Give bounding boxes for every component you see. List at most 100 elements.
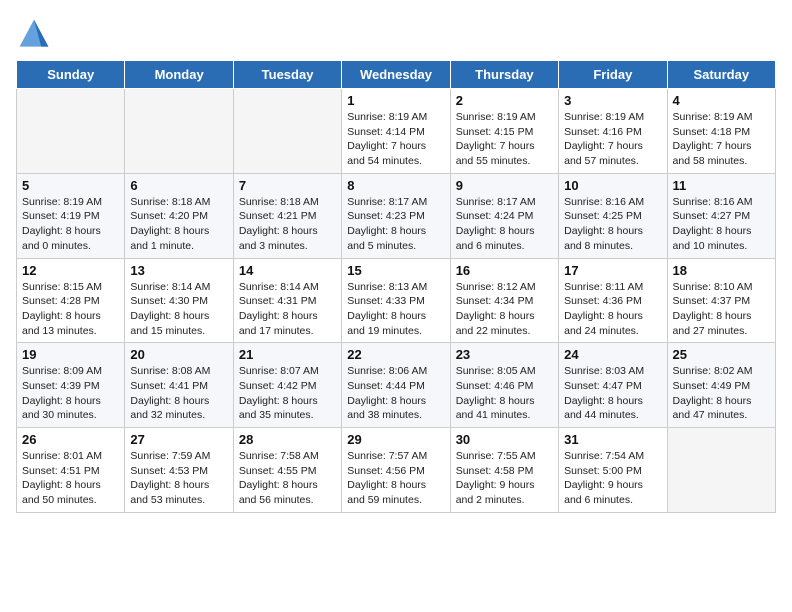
day-number: 31 — [564, 432, 661, 447]
calendar-cell — [125, 89, 233, 174]
day-info: Sunrise: 8:19 AM Sunset: 4:16 PM Dayligh… — [564, 110, 661, 169]
logo-icon — [16, 16, 52, 52]
day-number: 13 — [130, 263, 227, 278]
day-info: Sunrise: 8:14 AM Sunset: 4:31 PM Dayligh… — [239, 280, 336, 339]
day-number: 23 — [456, 347, 553, 362]
day-info: Sunrise: 7:57 AM Sunset: 4:56 PM Dayligh… — [347, 449, 444, 508]
calendar-cell: 23 Sunrise: 8:05 AM Sunset: 4:46 PM Dayli… — [450, 343, 558, 428]
calendar-cell: 14 Sunrise: 8:14 AM Sunset: 4:31 PM Dayli… — [233, 258, 341, 343]
day-info: Sunrise: 8:19 AM Sunset: 4:14 PM Dayligh… — [347, 110, 444, 169]
day-info: Sunrise: 8:09 AM Sunset: 4:39 PM Dayligh… — [22, 364, 119, 423]
day-number: 27 — [130, 432, 227, 447]
day-info: Sunrise: 8:06 AM Sunset: 4:44 PM Dayligh… — [347, 364, 444, 423]
calendar-week-5: 26 Sunrise: 8:01 AM Sunset: 4:51 PM Dayli… — [17, 428, 776, 513]
day-info: Sunrise: 8:10 AM Sunset: 4:37 PM Dayligh… — [673, 280, 770, 339]
day-info: Sunrise: 8:19 AM Sunset: 4:19 PM Dayligh… — [22, 195, 119, 254]
calendar-cell: 3Sunrise: 8:19 AM Sunset: 4:16 PM Daylig… — [559, 89, 667, 174]
day-header-wednesday: Wednesday — [342, 61, 450, 89]
day-info: Sunrise: 8:15 AM Sunset: 4:28 PM Dayligh… — [22, 280, 119, 339]
day-info: Sunrise: 8:01 AM Sunset: 4:51 PM Dayligh… — [22, 449, 119, 508]
day-number: 14 — [239, 263, 336, 278]
calendar-cell: 31 Sunrise: 7:54 AM Sunset: 5:00 PM Dayli… — [559, 428, 667, 513]
day-info: Sunrise: 7:55 AM Sunset: 4:58 PM Dayligh… — [456, 449, 553, 508]
day-header-tuesday: Tuesday — [233, 61, 341, 89]
calendar-cell: 24Sunrise: 8:03 AM Sunset: 4:47 PM Dayli… — [559, 343, 667, 428]
calendar-cell: 11Sunrise: 8:16 AM Sunset: 4:27 PM Dayli… — [667, 173, 775, 258]
day-number: 16 — [456, 263, 553, 278]
day-number: 9 — [456, 178, 553, 193]
day-number: 20 — [130, 347, 227, 362]
calendar-cell: 27 Sunrise: 7:59 AM Sunset: 4:53 PM Dayli… — [125, 428, 233, 513]
day-number: 22 — [347, 347, 444, 362]
calendar-cell: 28 Sunrise: 7:58 AM Sunset: 4:55 PM Dayli… — [233, 428, 341, 513]
day-info: Sunrise: 8:14 AM Sunset: 4:30 PM Dayligh… — [130, 280, 227, 339]
calendar-cell: 13 Sunrise: 8:14 AM Sunset: 4:30 PM Dayli… — [125, 258, 233, 343]
day-number: 26 — [22, 432, 119, 447]
day-number: 15 — [347, 263, 444, 278]
day-info: Sunrise: 8:07 AM Sunset: 4:42 PM Dayligh… — [239, 364, 336, 423]
day-number: 10 — [564, 178, 661, 193]
day-header-saturday: Saturday — [667, 61, 775, 89]
day-number: 25 — [673, 347, 770, 362]
day-header-thursday: Thursday — [450, 61, 558, 89]
calendar-cell: 6 Sunrise: 8:18 AM Sunset: 4:20 PM Daylig… — [125, 173, 233, 258]
day-info: Sunrise: 8:18 AM Sunset: 4:21 PM Dayligh… — [239, 195, 336, 254]
day-header-monday: Monday — [125, 61, 233, 89]
day-number: 24 — [564, 347, 661, 362]
calendar-cell: 4Sunrise: 8:19 AM Sunset: 4:18 PM Daylig… — [667, 89, 775, 174]
calendar-cell: 10 Sunrise: 8:16 AM Sunset: 4:25 PM Dayli… — [559, 173, 667, 258]
day-number: 18 — [673, 263, 770, 278]
day-number: 11 — [673, 178, 770, 193]
day-info: Sunrise: 8:18 AM Sunset: 4:20 PM Dayligh… — [130, 195, 227, 254]
day-info: Sunrise: 8:11 AM Sunset: 4:36 PM Dayligh… — [564, 280, 661, 339]
calendar-cell: 26 Sunrise: 8:01 AM Sunset: 4:51 PM Dayli… — [17, 428, 125, 513]
day-info: Sunrise: 8:05 AM Sunset: 4:46 PM Dayligh… — [456, 364, 553, 423]
day-info: Sunrise: 8:16 AM Sunset: 4:25 PM Dayligh… — [564, 195, 661, 254]
calendar-week-1: 1 Sunrise: 8:19 AM Sunset: 4:14 PM Daylig… — [17, 89, 776, 174]
day-number: 4 — [673, 93, 770, 108]
day-info: Sunrise: 8:13 AM Sunset: 4:33 PM Dayligh… — [347, 280, 444, 339]
calendar-cell: 22 Sunrise: 8:06 AM Sunset: 4:44 PM Dayli… — [342, 343, 450, 428]
calendar-cell: 8 Sunrise: 8:17 AM Sunset: 4:23 PM Daylig… — [342, 173, 450, 258]
calendar-cell — [667, 428, 775, 513]
day-info: Sunrise: 8:17 AM Sunset: 4:24 PM Dayligh… — [456, 195, 553, 254]
day-number: 21 — [239, 347, 336, 362]
day-number: 6 — [130, 178, 227, 193]
calendar-cell: 30 Sunrise: 7:55 AM Sunset: 4:58 PM Dayli… — [450, 428, 558, 513]
day-number: 19 — [22, 347, 119, 362]
day-number: 28 — [239, 432, 336, 447]
day-header-sunday: Sunday — [17, 61, 125, 89]
calendar-cell: 18 Sunrise: 8:10 AM Sunset: 4:37 PM Dayli… — [667, 258, 775, 343]
day-info: Sunrise: 7:54 AM Sunset: 5:00 PM Dayligh… — [564, 449, 661, 508]
day-info: Sunrise: 7:58 AM Sunset: 4:55 PM Dayligh… — [239, 449, 336, 508]
day-info: Sunrise: 7:59 AM Sunset: 4:53 PM Dayligh… — [130, 449, 227, 508]
calendar-week-3: 12 Sunrise: 8:15 AM Sunset: 4:28 PM Dayli… — [17, 258, 776, 343]
day-number: 17 — [564, 263, 661, 278]
day-number: 30 — [456, 432, 553, 447]
calendar-cell: 12 Sunrise: 8:15 AM Sunset: 4:28 PM Dayli… — [17, 258, 125, 343]
calendar-cell: 29 Sunrise: 7:57 AM Sunset: 4:56 PM Dayli… — [342, 428, 450, 513]
day-number: 2 — [456, 93, 553, 108]
day-number: 7 — [239, 178, 336, 193]
day-info: Sunrise: 8:17 AM Sunset: 4:23 PM Dayligh… — [347, 195, 444, 254]
day-number: 12 — [22, 263, 119, 278]
calendar-cell — [17, 89, 125, 174]
day-info: Sunrise: 8:12 AM Sunset: 4:34 PM Dayligh… — [456, 280, 553, 339]
day-info: Sunrise: 8:19 AM Sunset: 4:15 PM Dayligh… — [456, 110, 553, 169]
calendar-cell: 5 Sunrise: 8:19 AM Sunset: 4:19 PM Daylig… — [17, 173, 125, 258]
day-number: 5 — [22, 178, 119, 193]
calendar-cell: 19 Sunrise: 8:09 AM Sunset: 4:39 PM Dayli… — [17, 343, 125, 428]
day-number: 8 — [347, 178, 444, 193]
calendar-cell: 17 Sunrise: 8:11 AM Sunset: 4:36 PM Dayli… — [559, 258, 667, 343]
calendar-cell: 25Sunrise: 8:02 AM Sunset: 4:49 PM Dayli… — [667, 343, 775, 428]
calendar-cell: 20Sunrise: 8:08 AM Sunset: 4:41 PM Dayli… — [125, 343, 233, 428]
day-number: 29 — [347, 432, 444, 447]
calendar-cell: 1 Sunrise: 8:19 AM Sunset: 4:14 PM Daylig… — [342, 89, 450, 174]
calendar-week-2: 5 Sunrise: 8:19 AM Sunset: 4:19 PM Daylig… — [17, 173, 776, 258]
day-header-friday: Friday — [559, 61, 667, 89]
calendar-table: SundayMondayTuesdayWednesdayThursdayFrid… — [16, 60, 776, 513]
calendar-cell: 16 Sunrise: 8:12 AM Sunset: 4:34 PM Dayli… — [450, 258, 558, 343]
calendar-cell: 15 Sunrise: 8:13 AM Sunset: 4:33 PM Dayli… — [342, 258, 450, 343]
calendar-cell: 9 Sunrise: 8:17 AM Sunset: 4:24 PM Daylig… — [450, 173, 558, 258]
day-number: 1 — [347, 93, 444, 108]
